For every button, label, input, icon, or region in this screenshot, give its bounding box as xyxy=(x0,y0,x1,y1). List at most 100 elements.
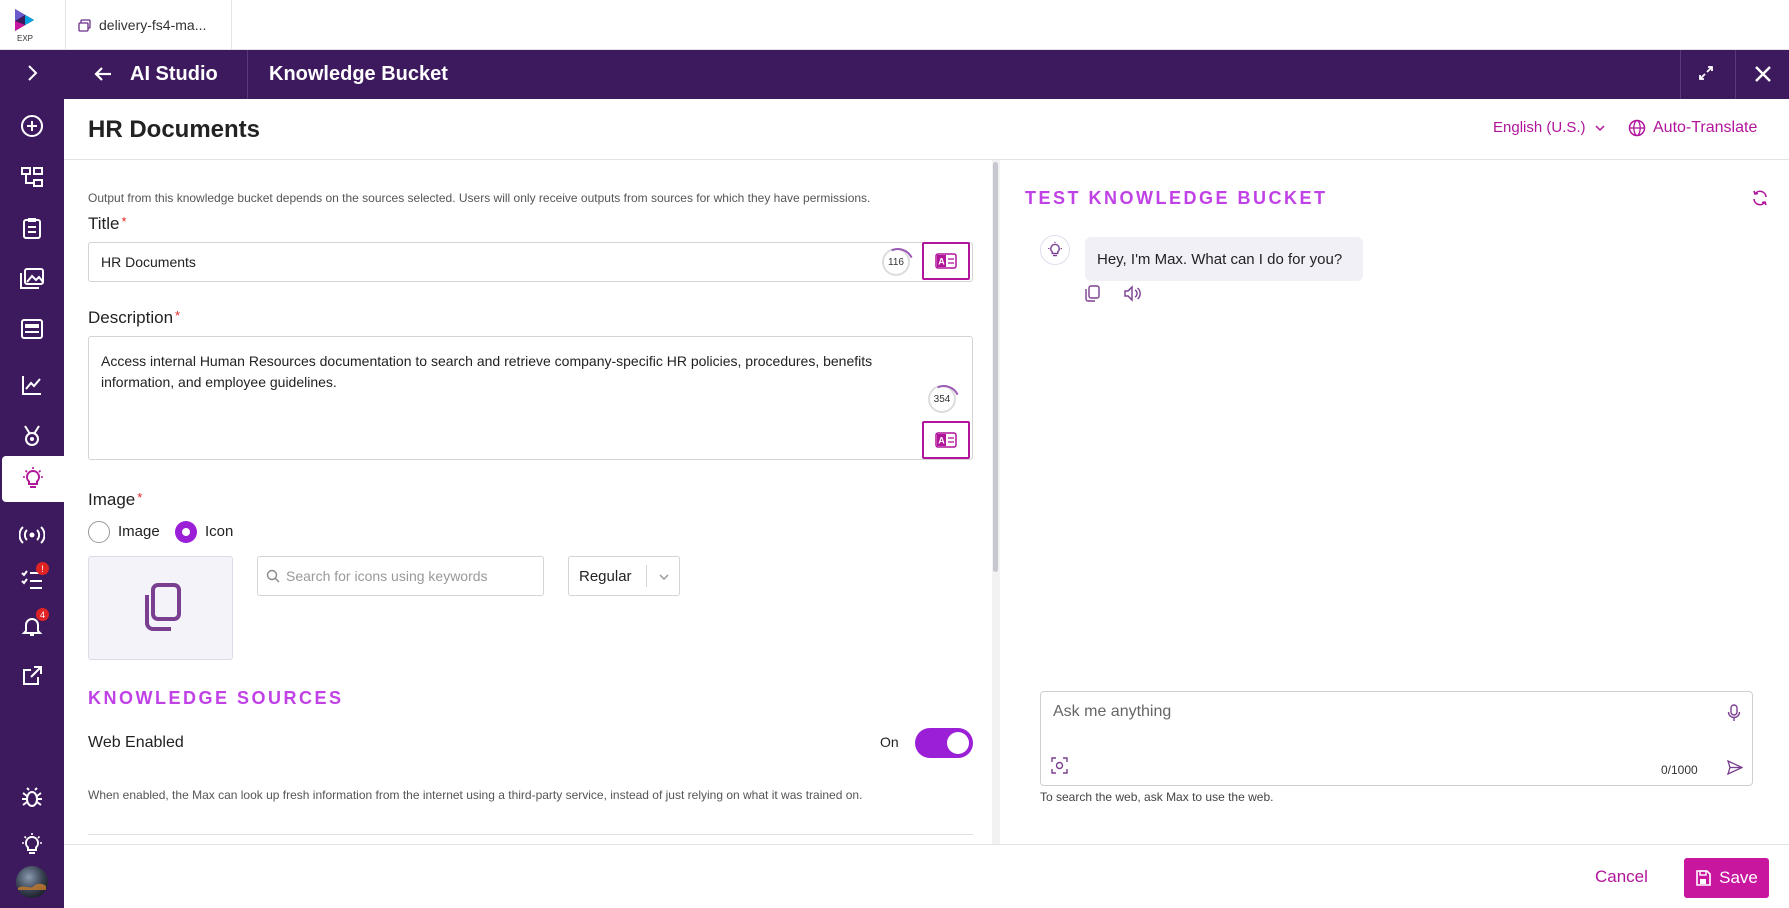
knowledge-sources-heading: KNOWLEDGE SOURCES xyxy=(88,688,344,708)
title-bar: HR Documents English (U.S.) Auto-Transla… xyxy=(64,99,1789,160)
sidebar: ! 4 xyxy=(0,50,64,908)
assistant-message: Hey, I'm Max. What can I do for you? xyxy=(1085,237,1363,281)
close-button[interactable] xyxy=(1752,63,1774,90)
newspaper-icon xyxy=(21,319,43,339)
title-field[interactable]: HR Documents xyxy=(88,242,973,282)
document-tab[interactable]: delivery-fs4-ma... xyxy=(65,0,232,50)
clipboard-icon xyxy=(23,218,41,239)
description-input-value: Access internal Human Resources document… xyxy=(101,353,873,390)
test-panel: TEST KNOWLEDGE BUCKET Hey, I'm Max. What… xyxy=(1000,160,1789,844)
notifications-badge: 4 xyxy=(36,608,49,621)
title-char-counter: 116 xyxy=(882,248,910,276)
auto-translate-label: Auto-Translate xyxy=(1653,119,1758,136)
image-label: Image * xyxy=(88,490,142,510)
logo-text: EXP xyxy=(16,34,33,43)
medal-icon xyxy=(24,425,40,446)
icon-preview[interactable] xyxy=(88,556,233,660)
assistant-message-text: Hey, I'm Max. What can I do for you? xyxy=(1097,250,1343,268)
app-title: AI Studio xyxy=(130,63,218,85)
description-field[interactable]: Access internal Human Resources document… xyxy=(88,336,973,460)
chat-input-placeholder: Ask me anything xyxy=(1053,703,1172,720)
sidebar-item-recognition[interactable] xyxy=(0,413,64,459)
microphone-icon xyxy=(1727,704,1741,721)
cancel-button[interactable]: Cancel xyxy=(1595,867,1648,887)
sidebar-item-create[interactable] xyxy=(0,103,64,149)
send-button[interactable] xyxy=(1726,759,1744,780)
globe-icon xyxy=(1628,119,1646,137)
svg-text:A: A xyxy=(938,257,945,267)
copy-message-button[interactable] xyxy=(1084,285,1100,307)
line-chart-icon xyxy=(22,376,41,395)
external-link-icon xyxy=(23,666,42,685)
radio-icon[interactable] xyxy=(175,521,197,543)
hierarchy-icon xyxy=(21,167,43,187)
sidebar-item-broadcast[interactable] xyxy=(0,512,64,558)
required-mark: * xyxy=(121,214,127,229)
web-search-hint: To search the web, ask Max to use the we… xyxy=(1040,790,1274,804)
refresh-button[interactable] xyxy=(1751,189,1769,212)
speaker-icon xyxy=(1124,285,1141,302)
microphone-button[interactable] xyxy=(1727,704,1741,727)
description-label-text: Description xyxy=(88,308,174,327)
close-icon xyxy=(1755,66,1771,82)
plus-circle-icon xyxy=(21,115,43,137)
assistant-avatar xyxy=(1040,235,1070,265)
description-label: Description * xyxy=(88,308,180,328)
icon-style-select[interactable]: Regular xyxy=(568,556,680,596)
logo-icon xyxy=(15,9,34,31)
web-enabled-state: On xyxy=(880,734,899,750)
tasks-badge: ! xyxy=(36,562,49,575)
sidebar-item-ai-studio[interactable] xyxy=(2,456,64,502)
sidebar-item-media[interactable] xyxy=(0,256,64,302)
sidebar-item-checklist[interactable]: ! xyxy=(0,557,64,603)
send-icon xyxy=(1726,759,1744,776)
icon-search-placeholder: Search for icons using keywords xyxy=(286,568,488,584)
form-scrollbar-thumb[interactable] xyxy=(993,162,998,572)
images-icon xyxy=(20,268,44,289)
web-enabled-toggle[interactable] xyxy=(915,728,973,758)
title-translate-button[interactable]: A xyxy=(922,242,970,280)
copy-icon xyxy=(144,583,181,631)
sidebar-item-notifications[interactable]: 4 xyxy=(0,603,64,649)
svg-text:A: A xyxy=(938,436,945,446)
app-logo[interactable]: EXP xyxy=(0,0,50,50)
header-divider xyxy=(247,50,248,99)
char-count: 0/1000 xyxy=(1661,763,1698,777)
auto-translate-button[interactable]: Auto-Translate xyxy=(1628,119,1757,137)
footer-bar: Cancel Save xyxy=(64,844,1789,908)
save-label: Save xyxy=(1719,868,1758,887)
language-select[interactable]: English (U.S.) xyxy=(1493,119,1606,136)
chat-input-box[interactable]: Ask me anything 0/1000 xyxy=(1040,691,1753,786)
lightbulb-outline-icon xyxy=(22,833,42,854)
sidebar-item-structure[interactable] xyxy=(0,154,64,200)
read-aloud-button[interactable] xyxy=(1123,285,1142,307)
sidebar-item-analytics[interactable] xyxy=(0,362,64,408)
lightbulb-icon xyxy=(1048,241,1062,257)
language-label: English (U.S.) xyxy=(1493,119,1586,136)
sidebar-item-debug[interactable] xyxy=(0,774,64,820)
description-translate-button[interactable]: A xyxy=(922,421,970,459)
title-label: Title * xyxy=(88,214,127,234)
web-enabled-label: Web Enabled xyxy=(88,734,184,751)
title-label-text: Title xyxy=(88,214,120,233)
sidebar-item-news[interactable] xyxy=(0,306,64,352)
expand-icon xyxy=(1699,66,1713,80)
save-button[interactable]: Save xyxy=(1684,858,1769,898)
back-button[interactable] xyxy=(92,63,114,90)
sidebar-item-external[interactable] xyxy=(0,653,64,699)
radio-icon-label: Icon xyxy=(205,523,234,540)
sidebar-expand-button[interactable] xyxy=(0,50,64,96)
radio-image[interactable] xyxy=(88,521,110,543)
search-icon xyxy=(266,569,280,583)
translate-icon: A xyxy=(935,432,957,448)
refresh-icon xyxy=(1753,190,1767,206)
icon-search-input[interactable]: Search for icons using keywords xyxy=(257,556,544,596)
select-divider xyxy=(646,565,647,587)
expand-button[interactable] xyxy=(1697,64,1715,87)
broadcast-icon xyxy=(19,526,45,544)
page-title: Knowledge Bucket xyxy=(269,63,448,85)
document-tab-label: delivery-fs4-ma... xyxy=(99,17,207,33)
user-avatar[interactable] xyxy=(0,859,64,905)
sidebar-item-tasks-list[interactable] xyxy=(0,205,64,251)
scan-button[interactable] xyxy=(1051,757,1068,779)
